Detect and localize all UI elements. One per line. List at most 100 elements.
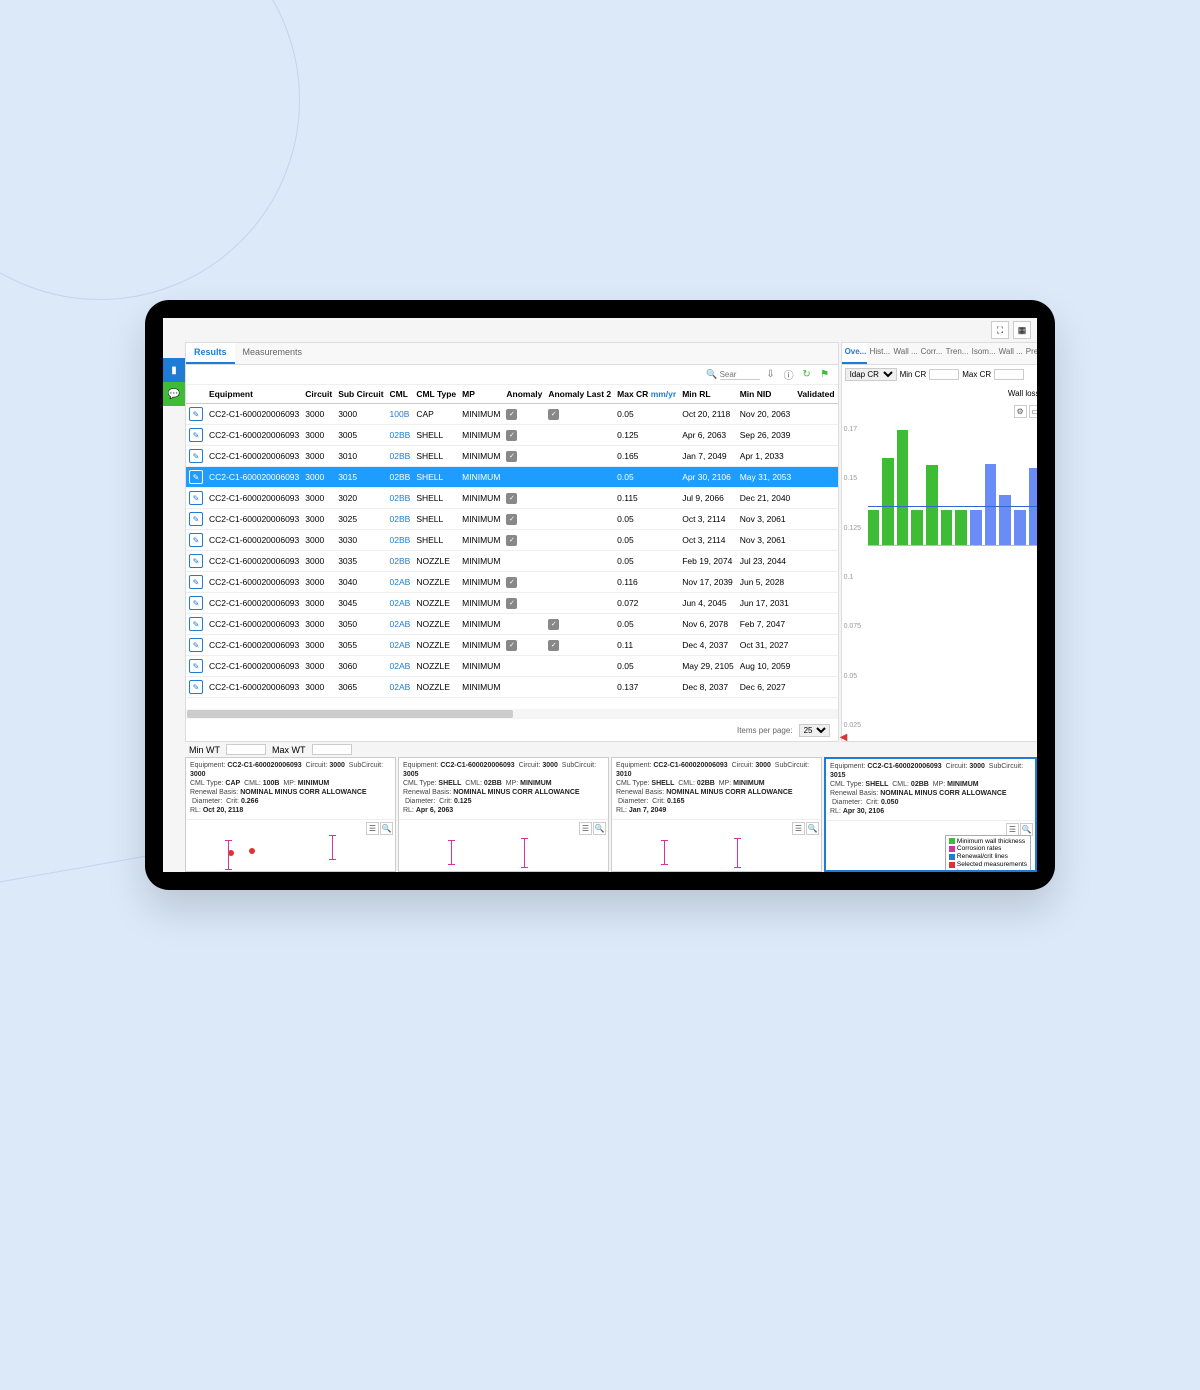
cell-cml[interactable]: 02AB [387, 656, 414, 677]
search-icon[interactable]: 🔍 [380, 822, 393, 835]
chart-bar[interactable] [882, 458, 894, 546]
right-tab[interactable]: Pred... [1023, 343, 1037, 364]
chart-bar[interactable] [868, 510, 880, 545]
table-row[interactable]: ✎ CC2-C1-600020006093 3000 3000 100B CAP… [186, 404, 838, 425]
right-tab[interactable]: Wall ... [996, 343, 1023, 364]
gear-icon[interactable]: ⚙ [1014, 405, 1027, 418]
edit-icon[interactable]: ✎ [189, 491, 203, 505]
grid-icon[interactable]: ▦ [1013, 321, 1031, 339]
mini-chart-area[interactable]: ☰ 🔍 [186, 819, 395, 871]
edit-icon[interactable]: ✎ [189, 659, 203, 673]
edit-icon[interactable]: ✎ [189, 470, 203, 484]
right-tab[interactable]: Ove... [842, 343, 867, 364]
edit-icon[interactable]: ✎ [189, 617, 203, 631]
cell-cml[interactable]: 02AB [387, 635, 414, 656]
column-header[interactable]: Min RL [679, 385, 737, 404]
mini-chart-area[interactable]: ☰ 🔍 [612, 819, 821, 871]
search-icon[interactable]: 🔍 [593, 822, 606, 835]
table-row[interactable]: ✎ CC2-C1-600020006093 3000 3065 02AB NOZ… [186, 677, 838, 698]
edit-icon[interactable]: ✎ [189, 575, 203, 589]
min-cr-input[interactable] [929, 369, 959, 380]
right-tab[interactable]: Tren... [943, 343, 969, 364]
export-icon[interactable]: ⇩ [764, 368, 778, 382]
cell-cml[interactable]: 02BB [387, 425, 414, 446]
table-row[interactable]: ✎ CC2-C1-600020006093 3000 3035 02BB NOZ… [186, 551, 838, 572]
edit-icon[interactable]: ✎ [189, 512, 203, 526]
min-wt-input[interactable] [226, 744, 266, 755]
column-header[interactable]: Max CR mm/yr [614, 385, 679, 404]
chart-bar[interactable] [897, 430, 909, 546]
cell-cml[interactable]: 02BB [387, 530, 414, 551]
cell-cml[interactable]: 02BB [387, 551, 414, 572]
max-wt-input[interactable] [312, 744, 352, 755]
column-header[interactable]: Equipment [206, 385, 302, 404]
cell-cml[interactable]: 02BB [387, 488, 414, 509]
edit-icon[interactable]: ✎ [189, 428, 203, 442]
list-icon[interactable]: ☰ [366, 822, 379, 835]
right-tab[interactable]: Isom... [969, 343, 996, 364]
table-row[interactable]: ✎ CC2-C1-600020006093 3000 3040 02AB NOZ… [186, 572, 838, 593]
items-per-page-select[interactable]: 25 [799, 724, 830, 737]
cell-cml[interactable]: 02AB [387, 572, 414, 593]
cell-cml[interactable]: 02AB [387, 593, 414, 614]
tab-results[interactable]: Results [186, 343, 235, 364]
max-cr-input[interactable] [994, 369, 1024, 380]
column-header[interactable]: Anomaly [503, 385, 545, 404]
table-row[interactable]: ✎ CC2-C1-600020006093 3000 3050 02AB NOZ… [186, 614, 838, 635]
table-row[interactable]: ✎ CC2-C1-600020006093 3000 3055 02AB NOZ… [186, 635, 838, 656]
chart-bar[interactable] [1014, 510, 1026, 545]
list-icon[interactable]: ☰ [579, 822, 592, 835]
edit-icon[interactable]: ✎ [189, 596, 203, 610]
edit-icon[interactable]: ✎ [189, 638, 203, 652]
cell-cml[interactable]: 02BB [387, 509, 414, 530]
chart-bar[interactable] [941, 510, 953, 545]
sidebar-chat-icon[interactable]: 💬 [163, 382, 185, 406]
mini-chart-card[interactable]: Equipment: CC2-C1-600020006093 Circuit: … [398, 757, 609, 872]
cell-cml[interactable]: 02AB [387, 677, 414, 698]
table-row[interactable]: ✎ CC2-C1-600020006093 3000 3060 02AB NOZ… [186, 656, 838, 677]
column-header[interactable]: Circuit [302, 385, 335, 404]
cell-cml[interactable]: 02BB [387, 446, 414, 467]
horizontal-scrollbar[interactable] [186, 709, 838, 719]
edit-icon[interactable]: ✎ [189, 449, 203, 463]
nav-left-icon[interactable]: ◀ [840, 732, 848, 742]
edit-icon[interactable]: ✎ [189, 407, 203, 421]
column-header[interactable] [186, 385, 206, 404]
chart-bar[interactable] [999, 495, 1011, 545]
table-row[interactable]: ✎ CC2-C1-600020006093 3000 3030 02BB SHE… [186, 530, 838, 551]
list-icon[interactable]: ☰ [792, 822, 805, 835]
expand-icon[interactable]: ⛶ [991, 321, 1009, 339]
right-tab[interactable]: Hist... [867, 343, 891, 364]
right-tab[interactable]: Corr... [918, 343, 943, 364]
refresh-icon[interactable]: ↻ [800, 368, 814, 382]
mini-chart-card[interactable]: Equipment: CC2-C1-600020006093 Circuit: … [185, 757, 396, 872]
edit-icon[interactable]: ✎ [189, 533, 203, 547]
table-row[interactable]: ✎ CC2-C1-600020006093 3000 3025 02BB SHE… [186, 509, 838, 530]
chart-type-select[interactable]: Idap CR [845, 368, 897, 381]
edit-icon[interactable]: ✎ [189, 554, 203, 568]
cell-cml[interactable]: 02BB [387, 467, 414, 488]
panel-icon[interactable]: ▭ [1029, 405, 1037, 418]
column-header[interactable]: CML [387, 385, 414, 404]
mini-chart-card[interactable]: Equipment: CC2-C1-600020006093 Circuit: … [824, 757, 1037, 872]
column-header[interactable]: Validated [794, 385, 837, 404]
chart-bar[interactable] [926, 465, 938, 545]
column-header[interactable]: CML Type [413, 385, 459, 404]
table-row[interactable]: ✎ CC2-C1-600020006093 3000 3005 02BB SHE… [186, 425, 838, 446]
cell-cml[interactable]: 02AB [387, 614, 414, 635]
chart-bar[interactable] [955, 510, 967, 545]
results-table-wrapper[interactable]: EquipmentCircuitSub CircuitCMLCML TypeMP… [186, 385, 838, 709]
search-icon[interactable]: 🔍 [806, 822, 819, 835]
chart-bar[interactable] [911, 510, 923, 545]
overview-bar-chart[interactable]: 0.170.150.1250.10.0750.050.025 ◀ ▶ [842, 420, 1037, 741]
filter-icon[interactable]: ⚑ [818, 368, 832, 382]
table-row[interactable]: ✎ CC2-C1-600020006093 3000 3020 02BB SHE… [186, 488, 838, 509]
column-header[interactable]: Anomaly Last 2 [545, 385, 614, 404]
cell-cml[interactable]: 100B [387, 404, 414, 425]
chart-bar[interactable] [985, 464, 997, 545]
table-row[interactable]: ✎ CC2-C1-600020006093 3000 3045 02AB NOZ… [186, 593, 838, 614]
search-icon[interactable]: 🔍 [706, 369, 717, 380]
column-header[interactable]: MP [459, 385, 503, 404]
info-icon[interactable]: ⓘ [782, 368, 796, 382]
mini-chart-area[interactable]: ☰ 🔍 Minimum wall thicknessCorrosion rate… [826, 820, 1035, 870]
